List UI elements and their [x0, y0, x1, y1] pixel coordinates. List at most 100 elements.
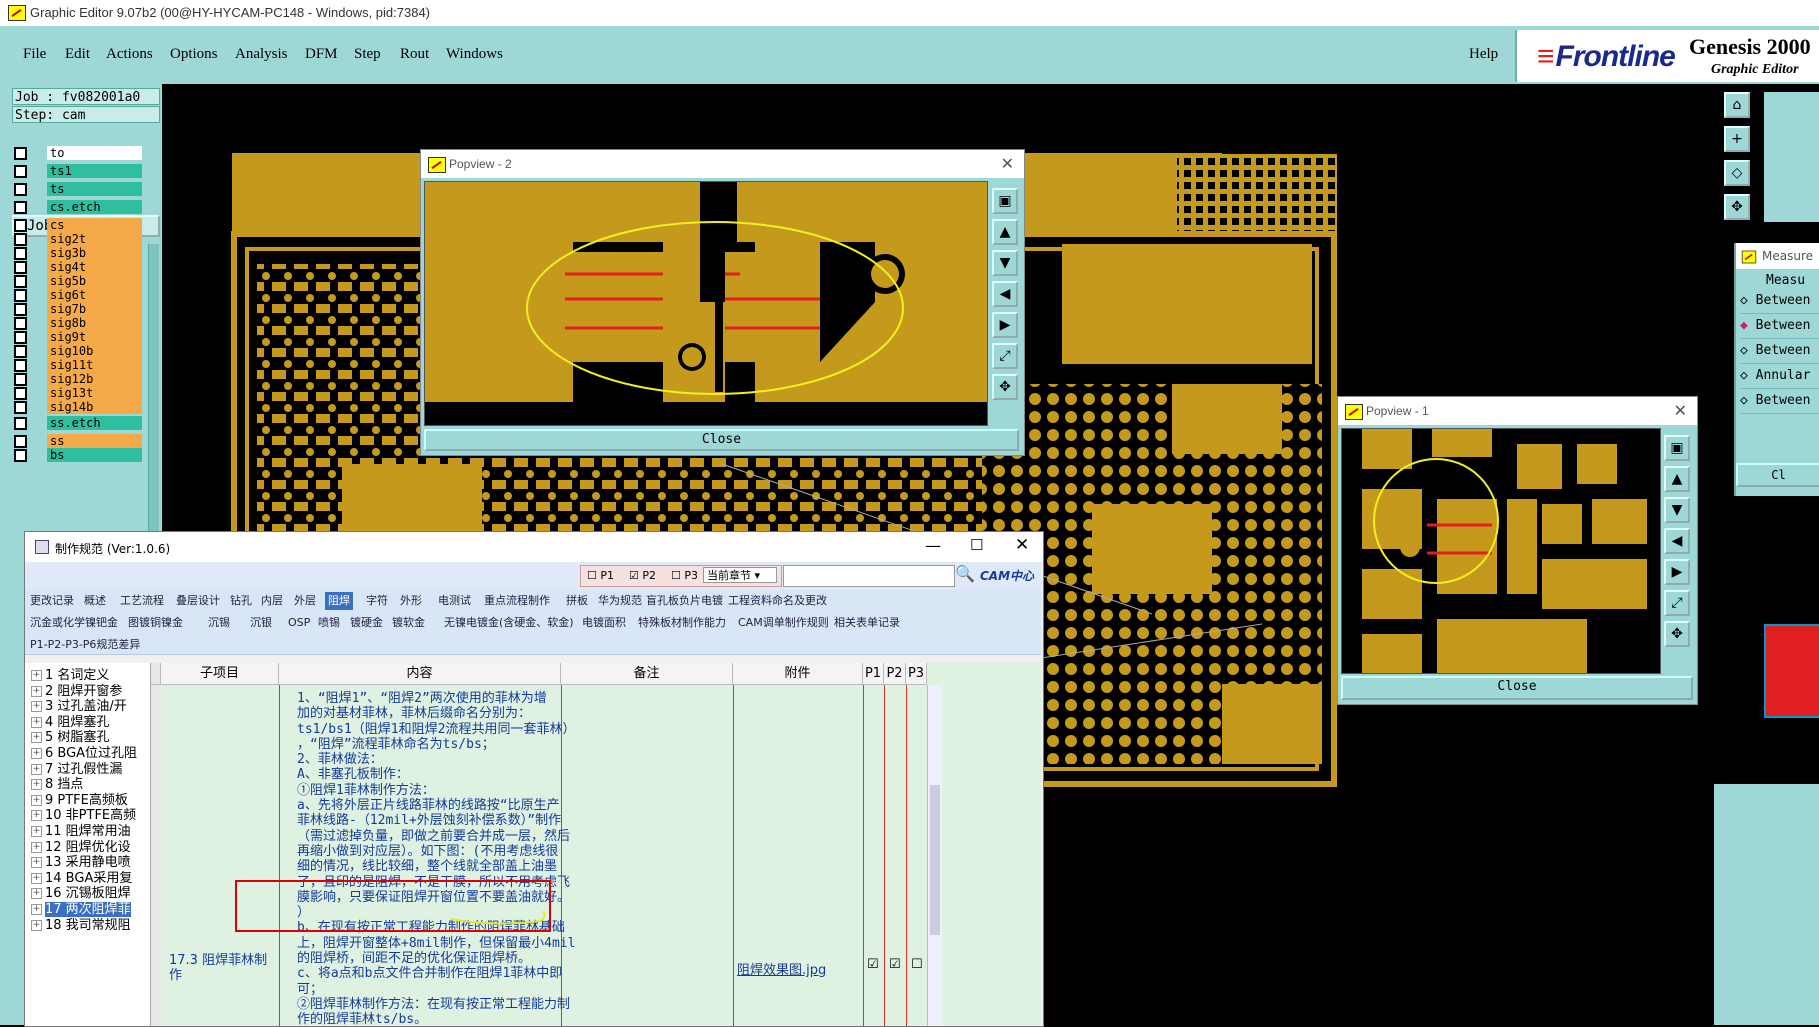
layer-checkbox[interactable] — [14, 401, 27, 414]
tab-tabs_row1-3[interactable]: 叠层设计 — [173, 592, 223, 610]
menu-step[interactable]: Step — [354, 46, 381, 63]
p3-check-cell[interactable]: ☐ — [911, 957, 923, 972]
layer-checkbox[interactable] — [14, 345, 27, 358]
expand-icon[interactable]: + — [31, 872, 42, 884]
pop2-zoom-right-icon[interactable]: ▶ — [992, 312, 1018, 338]
tab-tabs_row1-13[interactable]: 华为规范 — [595, 592, 645, 610]
measure-close-button[interactable]: Cl — [1736, 463, 1819, 487]
tab-tabs_row2-0[interactable]: 沉金或化学镍钯金 — [27, 614, 121, 632]
pan-icon[interactable]: ✥ — [1724, 194, 1750, 220]
layer-checkbox[interactable] — [14, 435, 27, 448]
measure-annular[interactable]: ◇ Annular — [1740, 364, 1819, 389]
layer-checkbox[interactable] — [14, 183, 27, 196]
p2-checkbox[interactable]: ☑ P2 — [629, 569, 656, 582]
pop2-zoom-up-icon[interactable]: ▲ — [992, 219, 1018, 245]
layer-checkbox[interactable] — [14, 331, 27, 344]
layer-checkbox[interactable] — [14, 449, 27, 462]
scroll-thumb[interactable] — [930, 785, 940, 935]
pop2-zoom-down-icon[interactable]: ▼ — [992, 250, 1018, 276]
expand-icon[interactable]: + — [31, 826, 42, 837]
layer-checkbox[interactable] — [14, 201, 27, 214]
popview-2-viewport[interactable] — [424, 181, 988, 426]
col-content[interactable]: 内容 — [279, 663, 561, 685]
menu-dfm[interactable]: DFM — [305, 46, 338, 63]
tree-item[interactable]: +18 我司常规阻 — [31, 917, 131, 935]
layer-checkbox[interactable] — [14, 387, 27, 400]
tab-tabs_row2-7[interactable]: 镀软金 — [389, 614, 428, 632]
col-subitem[interactable]: 子项目 — [161, 663, 279, 685]
pop1-zoom-down-icon[interactable]: ▼ — [1664, 497, 1690, 523]
expand-icon[interactable]: + — [31, 841, 42, 853]
pop1-zoom-right-icon[interactable]: ▶ — [1664, 559, 1690, 585]
layer-checkbox[interactable] — [14, 275, 27, 288]
tab-tabs_row1-15[interactable]: 工程资料命名及更改 — [725, 592, 830, 610]
close-icon[interactable]: ✕ — [1015, 535, 1029, 555]
tab-tabs_row2-2[interactable]: 沉锡 — [205, 614, 233, 632]
pop1-zoom-up-icon[interactable]: ▲ — [1664, 466, 1690, 492]
tab-tabs_row3-0[interactable]: P1-P2-P3-P6规范差异 — [27, 636, 143, 654]
menu-rout[interactable]: Rout — [400, 46, 429, 63]
close-icon[interactable]: ✕ — [1001, 154, 1014, 173]
zoom-in-icon[interactable]: + — [1724, 126, 1750, 152]
layer-checkbox[interactable] — [14, 317, 27, 330]
layer-checkbox[interactable] — [14, 359, 27, 372]
tab-tabs_row2-12[interactable]: 相关表单记录 — [831, 614, 903, 632]
tab-tabs_row1-5[interactable]: 内层 — [258, 592, 286, 610]
tab-tabs_row2-9[interactable]: 电镀面积 — [579, 614, 629, 632]
measure-between-3[interactable]: ◇ Between — [1740, 339, 1819, 364]
expand-icon[interactable]: + — [31, 701, 42, 713]
menu-analysis[interactable]: Analysis — [235, 46, 288, 63]
menu-help[interactable]: Help — [1469, 46, 1498, 63]
popview-1-viewport[interactable] — [1341, 428, 1661, 674]
expand-icon[interactable]: + — [31, 810, 42, 822]
layer-checkbox[interactable] — [14, 303, 27, 316]
menu-file[interactable]: File — [23, 46, 46, 63]
expand-icon[interactable]: + — [31, 685, 42, 697]
tab-tabs_row2-6[interactable]: 镀硬金 — [347, 614, 386, 632]
scope-dropdown[interactable]: 当前章节 ▾ — [703, 567, 777, 583]
tab-tabs_row1-10[interactable]: 电测试 — [435, 592, 474, 610]
search-input[interactable] — [783, 565, 955, 587]
pop2-zoom-home-icon[interactable]: ▣ — [992, 188, 1018, 214]
tab-tabs_row2-1[interactable]: 图镀铜镍金 — [125, 614, 186, 632]
tab-tabs_row1-7[interactable]: 阻焊 — [325, 592, 353, 610]
tab-tabs_row1-8[interactable]: 字符 — [363, 592, 391, 610]
tab-tabs_row2-10[interactable]: 特殊板材制作能力 — [635, 614, 729, 632]
menu-windows[interactable]: Windows — [446, 46, 503, 63]
measure-between-4[interactable]: ◇ Between — [1740, 389, 1819, 414]
expand-icon[interactable]: + — [31, 904, 42, 915]
pop2-pan-icon[interactable]: ✥ — [992, 374, 1018, 400]
layer-checkbox[interactable] — [14, 147, 27, 160]
zoom-home-icon[interactable]: ⌂ — [1724, 92, 1750, 118]
table-scrollbar[interactable] — [927, 685, 942, 1026]
tab-tabs_row1-6[interactable]: 外层 — [291, 592, 319, 610]
menu-options[interactable]: Options — [170, 46, 218, 63]
minimize-icon[interactable]: — — [925, 536, 941, 555]
expand-icon[interactable]: + — [31, 779, 42, 791]
pop2-zoom-fit-icon[interactable]: ⤢ — [992, 343, 1018, 369]
expand-icon[interactable]: + — [31, 857, 42, 869]
layer-checkbox[interactable] — [14, 165, 27, 178]
expand-icon[interactable]: + — [31, 670, 42, 681]
popview-2-close-button[interactable]: Close — [424, 429, 1019, 451]
attachment-link[interactable]: 阻焊效果图.jpg — [737, 959, 826, 978]
expand-icon[interactable]: + — [31, 794, 42, 806]
tab-tabs_row2-3[interactable]: 沉银 — [247, 614, 275, 632]
tab-tabs_row2-11[interactable]: CAM调单制作规则 — [735, 614, 832, 632]
search-icon[interactable]: 🔍 — [955, 564, 975, 583]
measure-between-2[interactable]: ◆ Between — [1740, 314, 1819, 339]
tab-tabs_row2-5[interactable]: 喷锡 — [315, 614, 343, 632]
col-p2[interactable]: P2 — [884, 663, 906, 685]
expand-icon[interactable]: + — [31, 732, 42, 744]
expand-icon[interactable]: + — [31, 888, 42, 900]
layer-checkbox[interactable] — [14, 219, 27, 232]
pop2-zoom-left-icon[interactable]: ◀ — [992, 281, 1018, 307]
p2-check-cell[interactable]: ☑ — [889, 957, 901, 972]
layer-checkbox[interactable] — [14, 261, 27, 274]
p1-checkbox[interactable]: ☐ P1 — [587, 569, 614, 582]
tab-tabs_row1-4[interactable]: 钻孔 — [227, 592, 255, 610]
col-attachment[interactable]: 附件 — [733, 663, 863, 685]
pop1-zoom-left-icon[interactable]: ◀ — [1664, 528, 1690, 554]
zoom-fit-icon[interactable]: ◇ — [1724, 160, 1750, 186]
p3-checkbox[interactable]: ☐ P3 — [671, 569, 698, 582]
